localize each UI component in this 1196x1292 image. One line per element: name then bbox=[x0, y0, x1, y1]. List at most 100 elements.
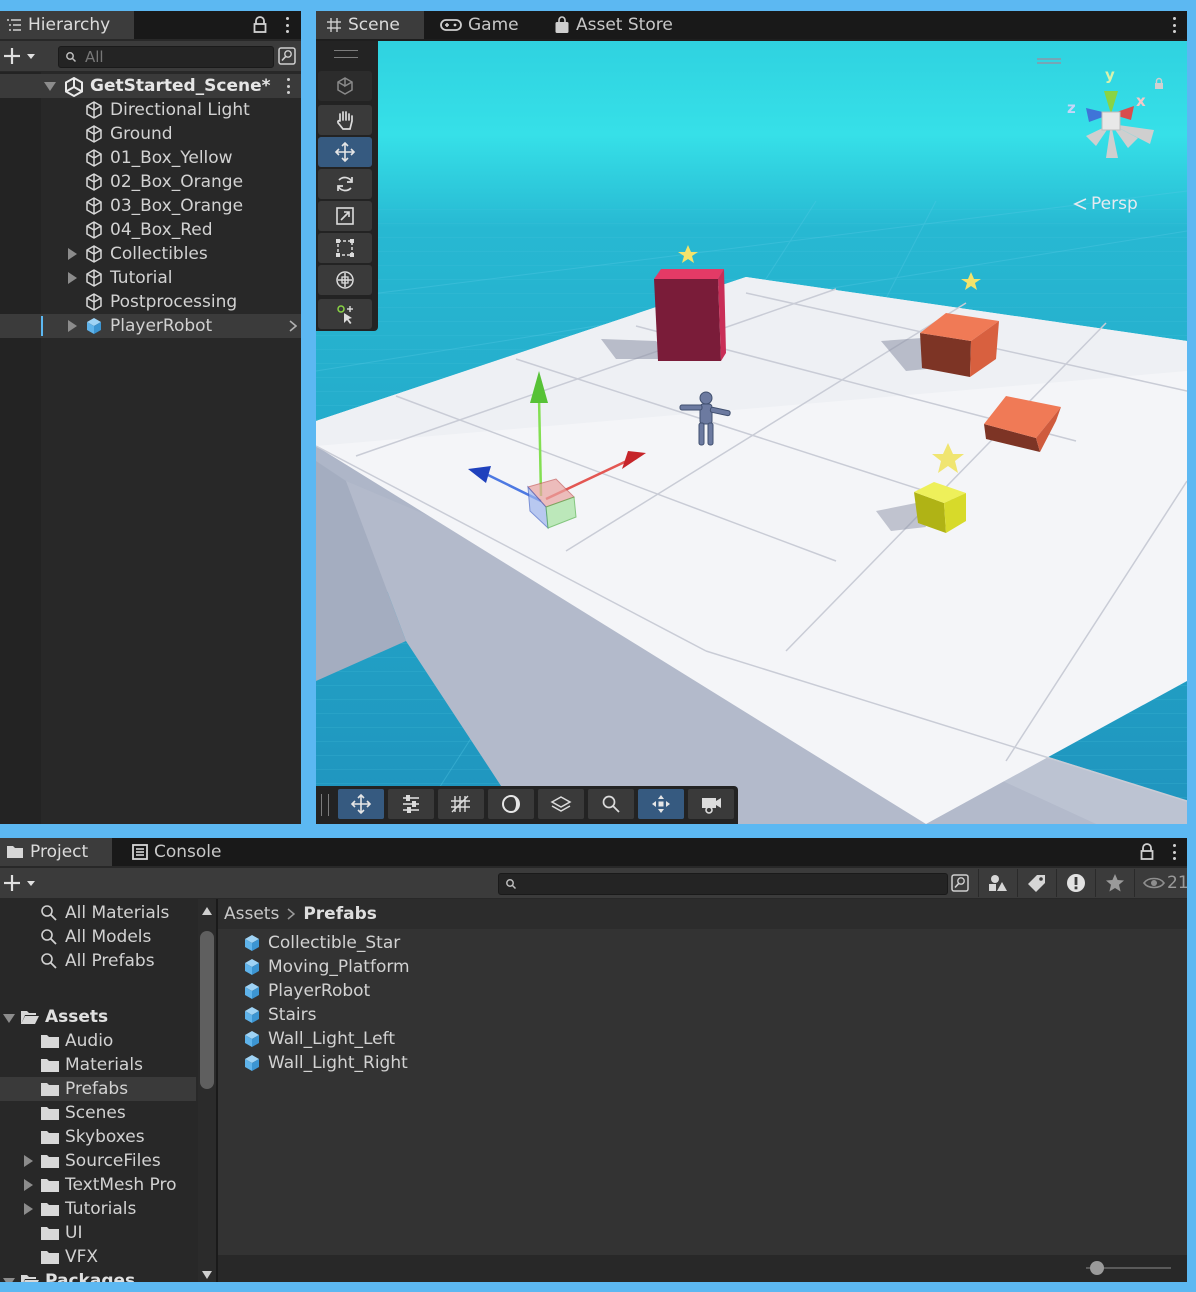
chevron-right-icon[interactable] bbox=[289, 320, 297, 332]
hierarchy-item[interactable]: 04_Box_Red bbox=[0, 218, 301, 242]
expand-arrow-icon[interactable] bbox=[23, 1179, 33, 1191]
expand-arrow-icon[interactable] bbox=[67, 272, 77, 284]
hierarchy-search-input[interactable]: All bbox=[58, 46, 274, 68]
asset-item[interactable]: Moving_Platform bbox=[242, 955, 410, 979]
view-cube-button[interactable] bbox=[318, 71, 372, 101]
hierarchy-item[interactable]: PlayerRobot bbox=[0, 314, 301, 338]
move-tool-button[interactable] bbox=[318, 137, 372, 167]
hierarchy-item[interactable]: Collectibles bbox=[0, 242, 301, 266]
add-icon[interactable] bbox=[4, 47, 38, 65]
tab-project[interactable]: Project bbox=[0, 838, 112, 866]
folder-item[interactable]: TextMesh Pro bbox=[0, 1173, 196, 1197]
asset-item[interactable]: Wall_Light_Right bbox=[242, 1051, 408, 1075]
hierarchy-item[interactable]: 03_Box_Orange bbox=[0, 194, 301, 218]
scene-menu-icon[interactable] bbox=[1172, 17, 1176, 33]
overlay-handle[interactable] bbox=[321, 794, 329, 816]
folder-item[interactable]: Audio bbox=[0, 1029, 196, 1053]
expand-arrow-icon[interactable] bbox=[67, 320, 77, 332]
folder-item[interactable]: Prefabs bbox=[0, 1077, 196, 1101]
hand-tool-button[interactable] bbox=[318, 105, 372, 135]
search-window-icon[interactable] bbox=[951, 874, 969, 892]
zoom-slider-thumb[interactable] bbox=[1090, 1261, 1104, 1275]
expand-arrow-icon[interactable] bbox=[3, 1012, 15, 1024]
folder-item[interactable]: Materials bbox=[0, 1053, 196, 1077]
gizmo-lock-icon[interactable] bbox=[1154, 77, 1164, 90]
rotate-tool-button[interactable] bbox=[318, 169, 372, 199]
overlay-layers-button[interactable] bbox=[538, 789, 584, 819]
favorite-item[interactable]: All Materials bbox=[0, 901, 196, 925]
rect-tool-button[interactable] bbox=[318, 233, 372, 263]
folder-item[interactable]: SourceFiles bbox=[0, 1149, 196, 1173]
zoom-slider[interactable] bbox=[1086, 1261, 1171, 1275]
expand-arrow-icon[interactable] bbox=[3, 1276, 15, 1282]
overlay-shading-button[interactable] bbox=[488, 789, 534, 819]
scene-menu-icon[interactable] bbox=[286, 78, 290, 94]
project-menu-icon[interactable] bbox=[1172, 844, 1176, 860]
overlay-search-button[interactable] bbox=[588, 789, 634, 819]
overlay-gizmo-button[interactable] bbox=[638, 789, 684, 819]
scene-row[interactable]: GetStarted_Scene* bbox=[0, 74, 301, 98]
custom-tool-icon bbox=[334, 303, 356, 325]
hidden-packages-toggle[interactable]: 21 bbox=[1134, 869, 1187, 897]
asset-item[interactable]: Collectible_Star bbox=[242, 931, 400, 955]
hierarchy-menu-icon[interactable] bbox=[285, 17, 289, 33]
folder-item[interactable]: Scenes bbox=[0, 1101, 196, 1125]
favorite-button[interactable] bbox=[1095, 869, 1134, 897]
tab-hierarchy[interactable]: Hierarchy bbox=[0, 11, 134, 39]
hierarchy-item[interactable]: 01_Box_Yellow bbox=[0, 146, 301, 170]
favorite-item[interactable]: All Models bbox=[0, 925, 196, 949]
scroll-up-icon[interactable] bbox=[202, 907, 212, 915]
lock-icon[interactable] bbox=[1140, 843, 1154, 861]
tab-asset-store[interactable]: Asset Store bbox=[544, 11, 684, 39]
asset-label: Stairs bbox=[268, 1005, 317, 1025]
orientation-gizmo[interactable]: y x z bbox=[1056, 66, 1166, 186]
asset-item[interactable]: Wall_Light_Left bbox=[242, 1027, 395, 1051]
favorite-item[interactable]: All Prefabs bbox=[0, 949, 196, 973]
custom-tool-button[interactable] bbox=[318, 299, 372, 329]
hierarchy-item[interactable]: Tutorial bbox=[0, 266, 301, 290]
assets-root-row[interactable]: Assets bbox=[0, 1005, 196, 1029]
folder-item[interactable]: VFX bbox=[0, 1245, 196, 1269]
lock-icon[interactable] bbox=[253, 16, 267, 34]
expand-arrow-icon[interactable] bbox=[44, 80, 56, 92]
expand-arrow-icon[interactable] bbox=[23, 1203, 33, 1215]
expand-arrow-icon[interactable] bbox=[67, 248, 77, 260]
folder-item[interactable]: Tutorials bbox=[0, 1197, 196, 1221]
expand-arrow-icon[interactable] bbox=[23, 1155, 33, 1167]
hierarchy-item[interactable]: Ground bbox=[0, 122, 301, 146]
palette-handle[interactable] bbox=[334, 50, 358, 58]
hierarchy-item[interactable]: 02_Box_Orange bbox=[0, 170, 301, 194]
tab-scene[interactable]: Scene bbox=[316, 11, 424, 39]
filter-type-button[interactable] bbox=[978, 869, 1017, 897]
search-window-icon[interactable] bbox=[278, 47, 296, 65]
filter-log-button[interactable] bbox=[1056, 869, 1095, 897]
breadcrumb-prefabs[interactable]: Prefabs bbox=[303, 904, 377, 924]
axis-label-x: x bbox=[1136, 92, 1146, 110]
tab-console[interactable]: Console bbox=[122, 838, 242, 866]
folder-item[interactable]: Skyboxes bbox=[0, 1125, 196, 1149]
asset-item[interactable]: Stairs bbox=[242, 1003, 316, 1027]
overlay-camera-button[interactable] bbox=[688, 789, 734, 819]
tab-game[interactable]: Game bbox=[430, 11, 530, 39]
scale-tool-button[interactable] bbox=[318, 201, 372, 231]
folder-item[interactable]: UI bbox=[0, 1221, 196, 1245]
transform-tool-button[interactable] bbox=[318, 265, 372, 295]
asset-item[interactable]: PlayerRobot bbox=[242, 979, 370, 1003]
scroll-thumb[interactable] bbox=[200, 931, 214, 1089]
scroll-down-icon[interactable] bbox=[202, 1271, 212, 1279]
project-tabbar: Project Console bbox=[0, 838, 1187, 866]
projection-toggle[interactable]: Persp bbox=[1073, 194, 1138, 214]
folder-icon bbox=[40, 1057, 60, 1073]
project-search-input[interactable] bbox=[498, 873, 948, 895]
overlay-grid-snap-button[interactable] bbox=[438, 789, 484, 819]
hierarchy-item[interactable]: Directional Light bbox=[0, 98, 301, 122]
hierarchy-item[interactable]: Postprocessing bbox=[0, 290, 301, 314]
filter-label-button[interactable] bbox=[1017, 869, 1056, 897]
overlay-move-button[interactable] bbox=[338, 789, 384, 819]
add-icon[interactable] bbox=[4, 874, 38, 892]
overlay-sliders-button[interactable] bbox=[388, 789, 434, 819]
folder-tree-scrollbar[interactable] bbox=[198, 899, 216, 1282]
packages-root-row[interactable]: Packages bbox=[0, 1269, 196, 1282]
folder-label: Prefabs bbox=[65, 1079, 129, 1099]
breadcrumb-assets[interactable]: Assets bbox=[224, 904, 279, 924]
